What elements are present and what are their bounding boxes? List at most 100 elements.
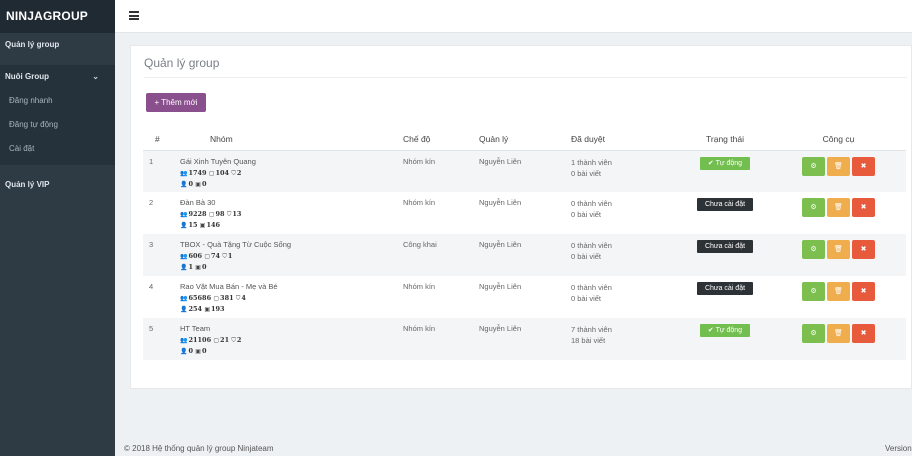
settings-button[interactable]: ⚙ bbox=[802, 198, 825, 217]
image-icon: ▣ bbox=[204, 306, 210, 313]
user-icon: 👤 bbox=[180, 306, 188, 313]
status-badge[interactable]: Chưa cài đặt bbox=[696, 240, 754, 253]
sidebar-subitem-dang-tu-dong[interactable]: Đăng tự động bbox=[0, 113, 115, 137]
approved-cell: 1 thành viên 0 bài viết bbox=[571, 150, 679, 192]
user-icon: 👤 bbox=[180, 264, 188, 271]
status-badge[interactable]: ✔ Tự động bbox=[699, 156, 751, 170]
table-header-row: # Nhóm Chế độ Quản lý Đã duyệt Trạng thá… bbox=[143, 129, 906, 151]
column-header-group: Nhóm bbox=[174, 129, 403, 151]
add-new-button[interactable]: + Thêm mới bbox=[146, 93, 206, 112]
times-icon: ✖ bbox=[860, 288, 867, 295]
sidebar-subitem-dang-nhanh[interactable]: Đăng nhanh bbox=[0, 89, 115, 113]
approved-members: 0 thành viên bbox=[571, 283, 612, 292]
group-name[interactable]: Đàn Bà 30 bbox=[180, 198, 403, 207]
settings-button[interactable]: ⚙ bbox=[802, 156, 825, 176]
status-label: Chưa cài đặt bbox=[704, 201, 746, 208]
delete-button[interactable]: 🗑 bbox=[827, 156, 850, 176]
gear-icon: ⚙ bbox=[810, 288, 817, 295]
tools-cell: ⚙ 🗑 ✖ bbox=[771, 318, 906, 360]
settings-button[interactable]: ⚙ bbox=[802, 282, 825, 301]
delete-button[interactable]: 🗑 bbox=[827, 240, 850, 259]
post-count: 98 bbox=[215, 210, 225, 218]
status-label: Tự động bbox=[715, 159, 743, 167]
comment-icon: ▢ bbox=[208, 169, 215, 177]
status-cell: ✔ Tự động bbox=[679, 318, 771, 360]
remove-button[interactable]: ✖ bbox=[852, 282, 875, 301]
gear-icon: ⚙ bbox=[810, 162, 817, 170]
delete-button[interactable]: 🗑 bbox=[827, 198, 850, 217]
shield-icon: ⛉ bbox=[231, 337, 236, 344]
status-label: Chưa cài đặt bbox=[704, 243, 746, 250]
image-count: 0 bbox=[201, 263, 207, 271]
trash-icon: 🗑 bbox=[834, 330, 843, 337]
status-badge[interactable]: Chưa cài đặt bbox=[696, 198, 754, 211]
user-count: 0 bbox=[188, 179, 194, 188]
page-title: Quản lý group bbox=[144, 56, 220, 70]
mode-cell: Nhóm kín bbox=[403, 282, 436, 291]
group-cell: HT Team 👥21106 ▢21 ⛉2 👤0 ▣0 bbox=[174, 318, 403, 360]
group-name[interactable]: Rao Vặt Mua Bán - Mẹ và Bé bbox=[180, 282, 403, 291]
group-name[interactable]: Gái Xinh Tuyên Quang bbox=[180, 157, 403, 166]
admin-cell: Nguyễn Liên bbox=[479, 198, 522, 207]
group-stats-line2: 👤0 ▣0 bbox=[180, 179, 403, 190]
row-number: 3 bbox=[143, 234, 174, 276]
sidebar-item-manage-vip[interactable]: Quản lý VIP bbox=[0, 173, 115, 197]
comment-icon: ▢ bbox=[208, 211, 215, 218]
user-count: 15 bbox=[188, 221, 198, 229]
users-icon: 👥 bbox=[180, 211, 188, 218]
row-number: 2 bbox=[149, 198, 154, 207]
status-badge[interactable]: Chưa cài đặt bbox=[696, 282, 754, 295]
remove-button[interactable]: ✖ bbox=[852, 198, 875, 217]
footer-version: Version bbox=[885, 444, 912, 453]
table-row: 2 Đàn Bà 30 👥9228 ▢98 ⛉13 👤15 ▣146 Nhóm kín N… bbox=[143, 192, 906, 234]
times-icon: ✖ bbox=[860, 330, 867, 337]
approved-cell: 0 thành viên 0 bài viết bbox=[571, 234, 679, 276]
sidebar-item-nuoi-group[interactable]: Nuôi Group ⌄ bbox=[0, 65, 115, 89]
remove-button[interactable]: ✖ bbox=[852, 240, 875, 259]
status-badge[interactable]: ✔ Tự động bbox=[699, 324, 751, 337]
member-count: 21106 bbox=[188, 336, 212, 344]
table-row: 5 HT Team 👥21106 ▢21 ⛉2 👤0 ▣0 Nhóm kín Nguyễn… bbox=[143, 318, 906, 360]
delete-button[interactable]: 🗑 bbox=[827, 324, 850, 343]
users-icon: 👥 bbox=[180, 295, 188, 302]
settings-button[interactable]: ⚙ bbox=[802, 324, 825, 343]
trash-icon: 🗑 bbox=[834, 246, 843, 253]
sidebar-item-manage-group[interactable]: Quản lý group bbox=[0, 33, 115, 57]
shield-icon: ⛉ bbox=[231, 169, 236, 177]
comment-icon: ▢ bbox=[213, 295, 220, 302]
image-icon: ▣ bbox=[195, 264, 201, 271]
group-stats-line2: 👤254 ▣193 bbox=[180, 304, 403, 315]
chevron-down-icon: ⌄ bbox=[92, 72, 99, 81]
mode-cell: Công khai bbox=[403, 234, 479, 276]
mode-cell: Nhóm kín bbox=[403, 150, 479, 192]
approved-cell: 0 thành viên 0 bài viết bbox=[571, 276, 679, 318]
delete-button[interactable]: 🗑 bbox=[827, 282, 850, 301]
settings-button[interactable]: ⚙ bbox=[802, 240, 825, 259]
admin-count: 1 bbox=[227, 252, 233, 260]
member-count: 1749 bbox=[188, 168, 207, 177]
comment-icon: ▢ bbox=[204, 253, 210, 260]
member-count: 9228 bbox=[188, 210, 207, 218]
post-count: 104 bbox=[215, 168, 230, 177]
brand-logo[interactable]: NINJAGROUP bbox=[0, 0, 115, 33]
column-header-status: Trạng thái bbox=[679, 129, 771, 151]
row-number: 1 bbox=[143, 150, 174, 192]
sidebar-subitem-cai-dat[interactable]: Cài đặt bbox=[0, 137, 115, 161]
comment-icon: ▢ bbox=[213, 337, 220, 344]
times-icon: ✖ bbox=[860, 204, 867, 211]
menu-toggle-icon[interactable] bbox=[129, 11, 139, 20]
remove-button[interactable]: ✖ bbox=[852, 324, 875, 343]
approved-posts: 0 bài viết bbox=[571, 210, 602, 219]
group-name[interactable]: HT Team bbox=[180, 324, 403, 333]
divider bbox=[144, 77, 907, 78]
image-icon: ▣ bbox=[199, 222, 206, 229]
status-cell: Chưa cài đặt bbox=[679, 192, 771, 234]
group-name[interactable]: TBOX - Quà Tặng Từ Cuộc Sống bbox=[180, 240, 403, 249]
remove-button[interactable]: ✖ bbox=[852, 156, 875, 176]
status-cell: Chưa cài đặt bbox=[679, 234, 771, 276]
approved-members: 7 thành viên bbox=[571, 325, 612, 334]
tools-cell: ⚙ 🗑 ✖ bbox=[771, 150, 906, 192]
users-icon: 👥 bbox=[180, 169, 188, 177]
image-count: 0 bbox=[201, 179, 207, 188]
tools-cell: ⚙ 🗑 ✖ bbox=[771, 192, 906, 234]
